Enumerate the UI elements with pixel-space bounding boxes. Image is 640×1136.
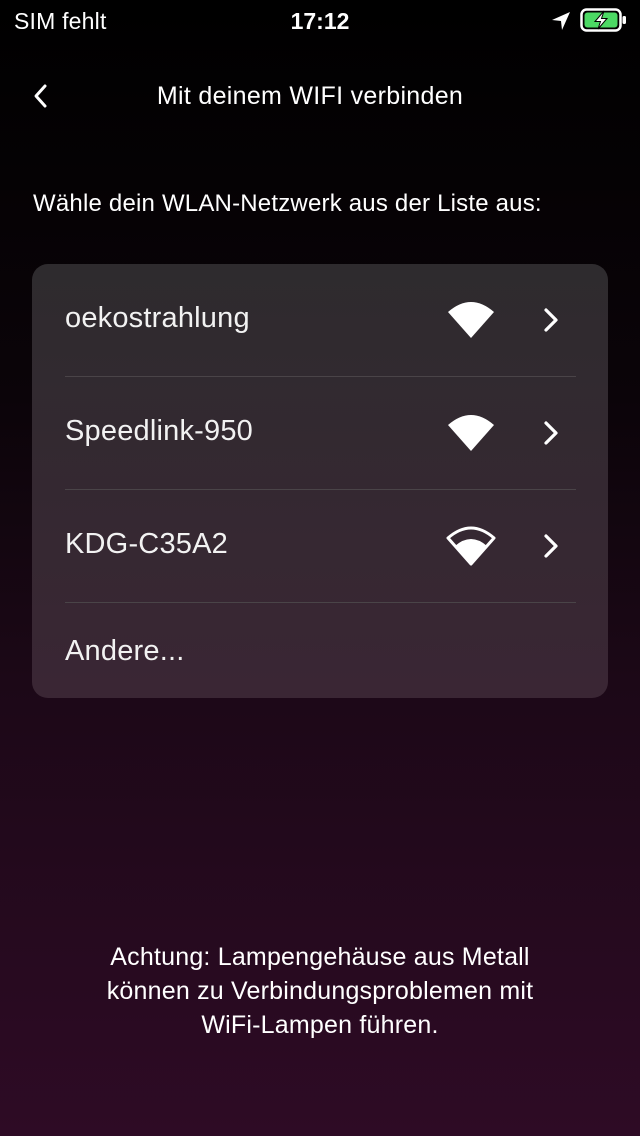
battery-charging-icon [580, 8, 628, 32]
other-network-label: Andere... [65, 635, 185, 667]
network-row[interactable]: Speedlink-950 [32, 377, 608, 490]
chevron-right-icon [540, 532, 562, 560]
other-network-row[interactable]: Andere... [32, 603, 608, 698]
warning-line: können zu Verbindungsproblemen mit [106, 977, 534, 1005]
network-list: oekostrahlung Speedlink-950 KDG-C35A2 An… [32, 264, 608, 698]
navigation-bar: Mit deinem WIFI verbinden [0, 70, 640, 126]
wifi-full-icon [446, 300, 496, 340]
instruction-text: Wähle dein WLAN-Netzwerk aus der Liste a… [33, 190, 542, 217]
status-time: 17:12 [290, 8, 350, 34]
wifi-medium-icon [446, 526, 496, 566]
network-name: KDG-C35A2 [65, 528, 228, 560]
network-row[interactable]: oekostrahlung [32, 264, 608, 377]
status-bar: SIM fehlt 17:12 [0, 0, 640, 40]
warning-line: Achtung: Lampengehäuse aus Metall [110, 943, 530, 971]
page-title: Mit deinem WIFI verbinden [156, 82, 464, 110]
warning-line: WiFi-Lampen führen. [201, 1011, 439, 1039]
network-row[interactable]: KDG-C35A2 [32, 490, 608, 603]
chevron-right-icon [540, 419, 562, 447]
wifi-full-icon [446, 413, 496, 453]
location-arrow-icon [550, 10, 572, 32]
metal-housing-warning: Achtung: Lampengehäuse aus Metall können… [0, 940, 640, 1042]
chevron-right-icon [540, 306, 562, 334]
network-name: Speedlink-950 [65, 415, 254, 447]
network-name: oekostrahlung [65, 302, 250, 334]
